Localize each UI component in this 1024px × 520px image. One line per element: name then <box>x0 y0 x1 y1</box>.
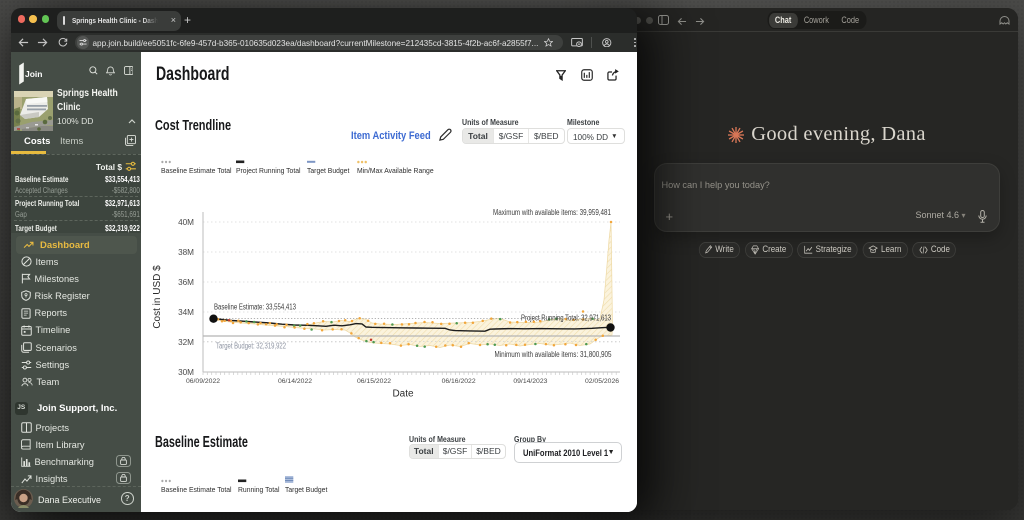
svg-text:Minimum with available items:: Minimum with available items: 31,800,905 <box>495 350 613 359</box>
svg-text:Date: Date <box>392 389 414 400</box>
svg-text:06/15/2022: 06/15/2022 <box>357 378 391 385</box>
svg-text:Maximum with available items:: Maximum with available items: 39,959,481 <box>493 208 611 217</box>
svg-text:Baseline Estimate: 33,554,413: Baseline Estimate: 33,554,413 <box>214 303 296 312</box>
svg-text:02/05/2026: 02/05/2026 <box>585 378 619 385</box>
svg-text:Project Running Total: 32,971,: Project Running Total: 32,971,613 <box>521 314 611 323</box>
svg-text:34M: 34M <box>178 308 194 317</box>
svg-text:30M: 30M <box>178 368 194 377</box>
svg-text:06/14/2022: 06/14/2022 <box>278 378 312 385</box>
svg-text:Target Budget: 32,319,922: Target Budget: 32,319,922 <box>216 342 286 351</box>
svg-text:09/14/2023: 09/14/2023 <box>513 378 547 385</box>
svg-text:06/16/2022: 06/16/2022 <box>442 378 476 385</box>
svg-text:32M: 32M <box>178 338 194 347</box>
svg-text:Cost in USD $: Cost in USD $ <box>152 265 163 329</box>
svg-text:38M: 38M <box>178 248 194 257</box>
svg-text:40M: 40M <box>178 218 194 227</box>
svg-text:06/09/2022: 06/09/2022 <box>186 378 220 385</box>
svg-text:36M: 36M <box>178 278 194 287</box>
